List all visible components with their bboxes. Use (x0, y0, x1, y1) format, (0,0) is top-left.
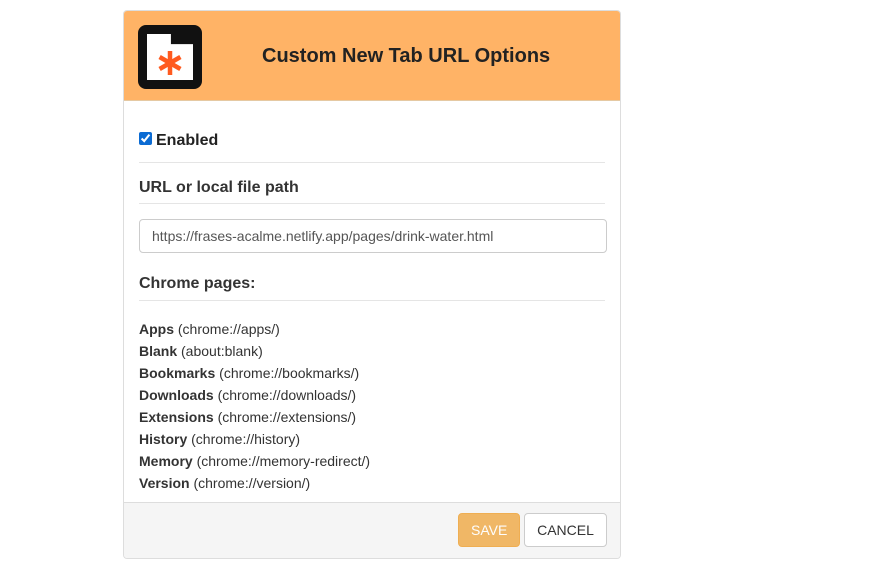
page-url: (chrome://apps/) (177, 321, 280, 337)
page-name: Downloads (139, 387, 214, 403)
list-item: Memory (chrome://memory-redirect/) (139, 450, 605, 472)
options-header: Custom New Tab URL Options (124, 11, 620, 101)
page-name: Blank (139, 343, 178, 359)
list-item: Apps (chrome://apps/) (139, 318, 605, 340)
save-button[interactable]: SAVE (458, 513, 520, 547)
options-footer: SAVE CANCEL (124, 502, 620, 558)
page-url: (chrome://extensions/) (217, 409, 357, 425)
list-item: Extensions (chrome://extensions/) (139, 406, 605, 428)
url-section-title: URL or local file path (139, 163, 605, 204)
page-url: (chrome://version/) (193, 475, 311, 491)
page-name: Version (139, 475, 190, 491)
page-url: (chrome://memory-redirect/) (196, 453, 371, 469)
page-name: History (139, 431, 188, 447)
page-name: Memory (139, 453, 193, 469)
options-panel: Custom New Tab URL Options Enabled URL o… (123, 10, 621, 559)
page-name: Apps (139, 321, 174, 337)
list-item: History (chrome://history) (139, 428, 605, 450)
cancel-button[interactable]: CANCEL (524, 513, 607, 547)
enabled-checkbox[interactable] (139, 132, 152, 145)
page-name: Bookmarks (139, 365, 216, 381)
page-title: Custom New Tab URL Options (262, 45, 551, 67)
enabled-row: Enabled (139, 101, 605, 163)
page-url: (chrome://downloads/) (217, 387, 357, 403)
page-url: (about:blank) (181, 343, 263, 359)
chrome-pages-title: Chrome pages: (139, 269, 605, 301)
page-name: Extensions (139, 409, 214, 425)
page-url: (chrome://history) (191, 431, 301, 447)
list-item: Version (chrome://version/) (139, 472, 605, 494)
chrome-pages-list: Apps (chrome://apps/) Blank (about:blank… (139, 318, 605, 494)
page-url: (chrome://bookmarks/) (219, 365, 360, 381)
list-item: Bookmarks (chrome://bookmarks/) (139, 362, 605, 384)
enabled-label[interactable]: Enabled (156, 132, 218, 150)
list-item: Blank (about:blank) (139, 340, 605, 362)
url-input[interactable] (139, 219, 607, 253)
options-body: Enabled URL or local file path Chrome pa… (124, 101, 620, 494)
asterisk-icon (158, 51, 182, 75)
new-tab-asterisk-icon (138, 25, 202, 89)
list-item: Downloads (chrome://downloads/) (139, 384, 605, 406)
